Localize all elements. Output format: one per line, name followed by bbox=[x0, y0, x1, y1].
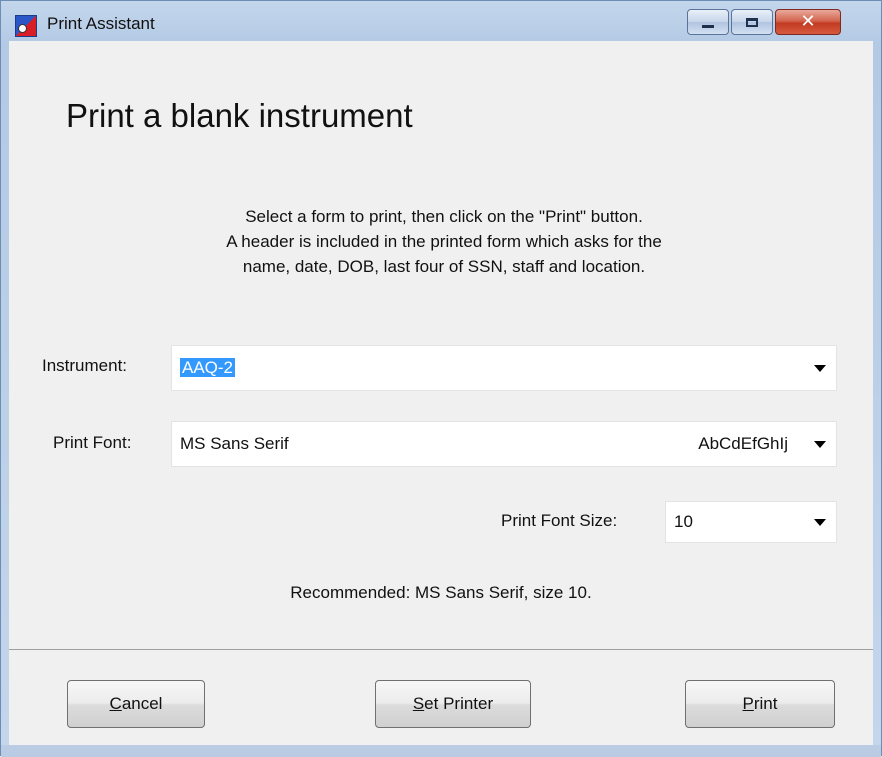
print-assistant-window: Print Assistant ✕ Print a blank instrume… bbox=[0, 0, 882, 757]
recommendation-text: Recommended: MS Sans Serif, size 10. bbox=[290, 583, 592, 602]
window-title: Print Assistant bbox=[47, 14, 155, 33]
button-bar: Cancel Set Printer Print bbox=[9, 649, 873, 746]
instructions-line-1: Select a form to print, then click on th… bbox=[245, 207, 643, 226]
instructions-text: Select a form to print, then click on th… bbox=[119, 204, 769, 279]
minimize-icon bbox=[702, 24, 714, 28]
print-font-size-select[interactable]: 10 bbox=[665, 501, 837, 543]
app-logo-dot bbox=[18, 24, 27, 33]
maximize-icon bbox=[746, 17, 758, 27]
font-sample-text: AbCdEfGhIj bbox=[698, 434, 788, 453]
set-printer-button[interactable]: Set Printer bbox=[375, 680, 531, 728]
instrument-selected-text: AAQ-2 bbox=[180, 358, 236, 377]
chevron-down-icon[interactable] bbox=[814, 441, 826, 448]
title-bar[interactable]: Print Assistant ✕ bbox=[1, 1, 881, 41]
maximize-button[interactable] bbox=[731, 9, 773, 35]
chevron-down-icon[interactable] bbox=[814, 365, 826, 372]
print-mnemonic: P bbox=[742, 694, 754, 713]
cancel-mnemonic: C bbox=[109, 694, 122, 713]
instrument-label: Instrument: bbox=[42, 356, 128, 375]
chevron-down-icon[interactable] bbox=[814, 519, 826, 526]
instructions-line-3: name, date, DOB, last four of SSN, staff… bbox=[242, 257, 646, 276]
instrument-value: AAQ-2 bbox=[180, 358, 236, 378]
set-printer-mnemonic: S bbox=[412, 694, 425, 713]
page-title: Print a blank instrument bbox=[66, 97, 413, 134]
cancel-label: ancel bbox=[121, 694, 163, 713]
app-logo-icon bbox=[15, 15, 37, 37]
window-bottom-border bbox=[1, 745, 881, 757]
print-font-size-label: Print Font Size: bbox=[501, 511, 618, 530]
close-icon: ✕ bbox=[800, 11, 816, 32]
dialog-body: Print a blank instrument Select a form t… bbox=[9, 41, 873, 649]
cancel-button[interactable]: Cancel bbox=[67, 680, 205, 728]
print-font-select[interactable]: MS Sans Serif AbCdEfGhIj bbox=[171, 421, 837, 467]
minimize-button[interactable] bbox=[687, 9, 729, 35]
print-font-value: MS Sans Serif bbox=[180, 434, 289, 453]
print-font-size-value: 10 bbox=[674, 512, 693, 531]
instructions-line-2: A header is included in the printed form… bbox=[226, 232, 662, 251]
print-label: rint bbox=[753, 694, 778, 713]
close-button[interactable]: ✕ bbox=[775, 9, 841, 35]
print-button[interactable]: Print bbox=[685, 680, 835, 728]
print-font-label: Print Font: bbox=[53, 433, 132, 452]
set-printer-label: et Printer bbox=[424, 694, 494, 713]
instrument-select[interactable]: AAQ-2 bbox=[171, 345, 837, 391]
